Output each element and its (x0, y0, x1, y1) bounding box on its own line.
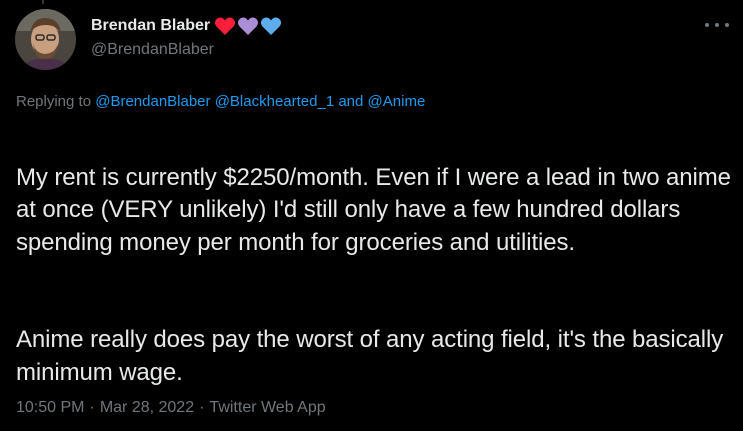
meta-separator: · (89, 399, 95, 416)
blue-heart-icon (260, 16, 282, 36)
tweet-text: My rent is currently $2250/month. Even i… (16, 129, 731, 422)
thread-connector-line (42, 0, 44, 4)
tweet-card: Brendan Blaber @BrendanBlaber Replying t… (0, 0, 743, 431)
tweet-paragraph: My rent is currently $2250/month. Even i… (16, 163, 731, 256)
tweet-source[interactable]: Twitter Web App (209, 399, 325, 416)
author-handle[interactable]: @BrendanBlaber (91, 41, 214, 59)
more-dot-icon (725, 23, 729, 27)
tweet-paragraph: Anime really does pay the worst of any a… (16, 326, 724, 386)
more-dot-icon (715, 23, 719, 27)
author-display-name[interactable]: Brendan Blaber (91, 17, 210, 35)
tweet-time[interactable]: 10:50 PM (16, 399, 84, 416)
avatar-image (15, 9, 76, 70)
meta-separator: · (199, 399, 205, 416)
replying-to-label: Replying to (16, 93, 92, 110)
tweet-metadata: 10:50 PM · Mar 28, 2022 · Twitter Web App (16, 399, 326, 417)
and-others-link[interactable]: and (338, 93, 363, 110)
mention-link[interactable]: @BrendanBlaber (95, 93, 210, 110)
purple-heart-icon (237, 16, 259, 36)
red-heart-icon (214, 16, 236, 36)
mention-link[interactable]: @Anime (368, 93, 426, 110)
tweet-date[interactable]: Mar 28, 2022 (100, 399, 194, 416)
more-dot-icon (705, 23, 709, 27)
author-name-row: Brendan Blaber (91, 15, 283, 37)
name-emoji-group (214, 16, 283, 36)
mention-link[interactable]: @Blackhearted_1 (215, 93, 334, 110)
replying-to-line: Replying to @BrendanBlaber @Blackhearted… (16, 93, 425, 110)
more-options-button[interactable] (705, 16, 729, 34)
avatar[interactable] (15, 9, 76, 70)
